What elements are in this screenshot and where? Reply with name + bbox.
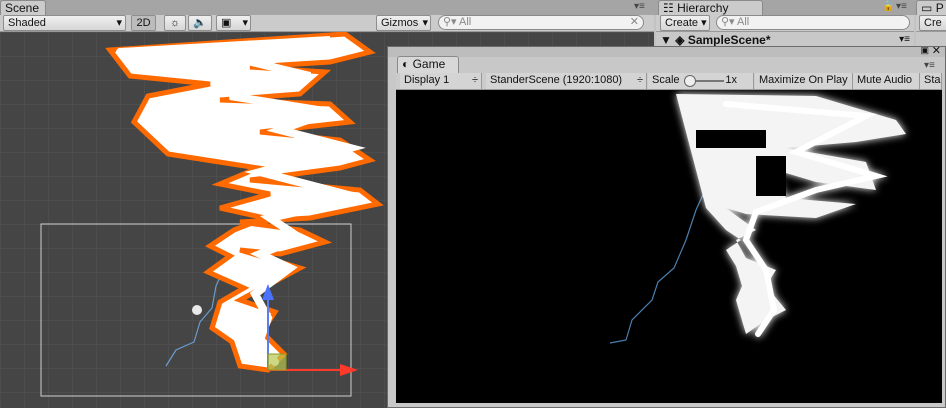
unity-scene-icon: ◈ (675, 33, 685, 47)
scene-search-placeholder: All (459, 16, 472, 28)
game-window-titlebar[interactable]: ▣ ✕ (388, 44, 945, 57)
gizmos-dropdown[interactable]: Gizmos ▾ (376, 15, 431, 31)
tab-bar (0, 0, 946, 15)
hierarchy-list-icon: ☷ (663, 1, 674, 15)
x-axis-arrow-icon[interactable] (340, 364, 358, 376)
display-dropdown[interactable]: Display 1 ÷ (400, 73, 482, 89)
scale-slider-thumb[interactable] (684, 75, 696, 87)
tab-hierarchy-label: Hierarchy (677, 1, 729, 15)
tab-right-panel[interactable]: ▭ P (916, 0, 946, 15)
scale-control: Scale 1x (648, 73, 754, 89)
foldout-arrow-icon: ▼ (660, 33, 672, 47)
game-bolt-gap (756, 156, 786, 196)
folder-icon: ▭ (921, 1, 933, 15)
2d-toggle-label: 2D (136, 17, 151, 29)
maximize-icon[interactable]: ▣ (920, 45, 929, 56)
resolution-dropdown[interactable]: StanderScene (1920:1080) ÷ (486, 73, 647, 89)
dropdown-arrow-icon: ▾ (422, 17, 428, 29)
lightning-bolt-sprite[interactable] (105, 32, 384, 373)
speaker-icon: 🔈 (193, 17, 207, 29)
mute-audio-toggle[interactable]: Mute Audio (853, 73, 920, 89)
search-icon: ⚲▾ (443, 16, 457, 28)
tab-game-label: Game (412, 57, 446, 71)
clear-search-icon[interactable]: ✕ (630, 16, 639, 29)
2d-toggle[interactable]: 2D (131, 15, 156, 31)
scene-search-input[interactable]: ⚲▾ All ✕ (438, 15, 644, 30)
tab-right-panel-label: P (935, 1, 944, 15)
hierarchy-create-button[interactable]: Create ▾ (660, 15, 710, 31)
maximize-on-play-label: Maximize On Play (759, 74, 848, 86)
audio-toggle[interactable]: 🔈 (188, 15, 212, 31)
hierarchy-scene-name: SampleScene* (687, 33, 771, 47)
stats-toggle[interactable]: Sta (920, 73, 942, 89)
hierarchy-search-input[interactable]: ⚲▾ All (716, 15, 910, 30)
right-panel-create-label: Cre (924, 17, 942, 29)
shading-mode-dropdown[interactable]: Shaded ▾ (3, 15, 126, 31)
move-tool-gizmo[interactable] (262, 284, 358, 376)
gizmos-label: Gizmos (381, 17, 419, 29)
scene-row-menu-icon[interactable]: ▾≡ (899, 33, 910, 47)
scale-value: 1x (725, 74, 737, 86)
mute-audio-label: Mute Audio (857, 74, 913, 86)
resolution-value: StanderScene (1920:1080) (490, 74, 623, 86)
dropdown-arrow-icon: ▾ (116, 17, 122, 29)
game-bolt-gap (696, 130, 766, 148)
tab-hierarchy[interactable]: ☷ Hierarchy (658, 0, 763, 15)
dropdown-arrow-icon: ÷ (636, 74, 643, 86)
right-panel-create-button[interactable]: Cre (919, 15, 946, 31)
image-icon: ▣ (221, 17, 232, 29)
hierarchy-scene-row[interactable]: ▼ ◈ SampleScene* ▾≡ (660, 33, 910, 47)
light-gizmo-icon[interactable] (192, 305, 202, 315)
hierarchy-tab-menu-icon[interactable]: ▾≡ (896, 1, 907, 12)
lighting-toggle[interactable]: ☼ (164, 15, 186, 31)
dropdown-arrow-icon: ÷ (471, 74, 478, 86)
xy-plane-handle[interactable] (267, 353, 287, 371)
scale-label: Scale (652, 74, 680, 86)
maximize-on-play-toggle[interactable]: Maximize On Play (755, 73, 853, 89)
shading-mode-value: Shaded (8, 17, 46, 29)
lock-icon[interactable]: 🔒 (882, 1, 894, 12)
dropdown-arrow-icon: ▾ (242, 17, 248, 29)
tab-scene[interactable]: Scene (0, 0, 46, 15)
search-icon: ⚲▾ (721, 16, 735, 28)
game-tab-menu-icon[interactable]: ▾≡ (924, 60, 935, 71)
sun-icon: ☼ (169, 17, 181, 29)
stats-label: Sta (924, 74, 941, 86)
game-controller-icon: ◐ (402, 57, 410, 71)
hierarchy-search-placeholder: All (737, 16, 750, 28)
hierarchy-create-label: Create (665, 17, 699, 29)
close-icon[interactable]: ✕ (932, 44, 941, 57)
effects-dropdown[interactable]: ▣ ▾ (216, 15, 251, 31)
display-value: Display 1 (404, 74, 450, 86)
game-canvas (609, 94, 906, 344)
scene-tab-menu-icon[interactable]: ▾≡ (634, 1, 645, 12)
tab-scene-label: Scene (5, 1, 40, 15)
tab-game[interactable]: ◐ Game (397, 56, 459, 73)
dropdown-arrow-icon: ▾ (701, 17, 707, 29)
